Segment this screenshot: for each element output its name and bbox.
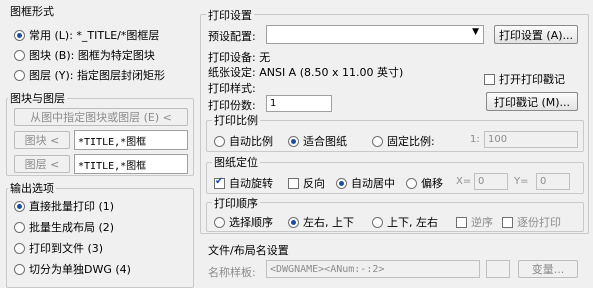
order-option-top-bottom[interactable]: 上下, 左右 <box>372 214 438 230</box>
radio-label: 批量生成布局 (2) <box>29 221 115 234</box>
layer-select-button[interactable]: 图层 < <box>14 155 70 173</box>
pick-from-drawing-button[interactable]: 从图中指定图块或图层 (E) < <box>14 108 188 126</box>
auto-rotate-checkbox[interactable]: 自动旋转 <box>214 175 273 191</box>
radio-dot <box>14 49 25 61</box>
copies-input[interactable]: 1 <box>266 95 332 112</box>
block-select-button[interactable]: 图块 < <box>14 131 70 149</box>
radio-dot <box>14 29 25 41</box>
radio-label: 偏移 <box>421 177 443 190</box>
radio-label: 常用 (L): *_TITLE/*图框层 <box>29 29 160 42</box>
device-label: 打印设备: 无 <box>208 51 271 64</box>
radio-label: 切分为单独DWG (4) <box>29 263 131 276</box>
checkbox-box <box>456 216 467 228</box>
scale-group-title: 打印比例 <box>212 112 260 128</box>
style-label: 打印样式: <box>208 82 256 95</box>
offset-x-label: X= <box>456 176 472 187</box>
output-option-layout[interactable]: 批量生成布局 (2) <box>14 219 114 235</box>
checkbox-box <box>484 73 495 85</box>
radio-label: 自动比例 <box>229 135 273 148</box>
template-input[interactable]: <DWGNAME><ANum:-:2> <box>266 260 480 278</box>
layer-name-field[interactable]: *TITLE,*图框 <box>74 154 188 174</box>
offset-y-input[interactable]: 0 <box>536 173 570 190</box>
chevron-down-icon: ▼ <box>472 27 479 37</box>
block-name-field[interactable]: *TITLE,*图框 <box>74 130 188 150</box>
radio-dot <box>372 135 383 147</box>
radio-dot <box>14 263 25 275</box>
scale-option-fixed[interactable]: 固定比例: <box>372 133 435 149</box>
output-group-title: 输出选项 <box>8 180 56 196</box>
frame-group-title: 图框形式 <box>8 3 56 19</box>
checkbox-box <box>502 216 513 228</box>
stamp-button[interactable]: 打印戳记 (M)... <box>486 92 578 111</box>
order-option-selection[interactable]: 选择顺序 <box>214 214 273 230</box>
preset-label: 预设配置: <box>208 30 256 43</box>
radio-dot <box>214 135 225 147</box>
output-option-direct-print[interactable]: 直接批量打印 (1) <box>14 198 114 214</box>
page-print-checkbox[interactable]: 逐份打印 <box>502 214 561 230</box>
radio-label: 左右, 上下 <box>303 216 354 229</box>
radio-dot <box>336 177 347 189</box>
radio-label: 选择顺序 <box>229 216 273 229</box>
order-option-left-right[interactable]: 左右, 上下 <box>288 214 354 230</box>
radio-label: 图块 (B): 图框为特定图块 <box>29 49 155 62</box>
output-option-split-dwg[interactable]: 切分为单独DWG (4) <box>14 261 131 277</box>
checkbox-box <box>214 176 225 189</box>
radio-dot <box>214 216 225 228</box>
reverse-checkbox[interactable]: 反向 <box>288 175 325 191</box>
radio-label: 固定比例: <box>387 135 435 148</box>
template-extra-field[interactable] <box>486 260 510 278</box>
ratio-prefix: 1: <box>470 134 480 145</box>
reverse-order-checkbox[interactable]: 逆序 <box>456 214 493 230</box>
checkbox-label: 逆序 <box>471 216 493 229</box>
print-settings-title: 打印设置 <box>206 7 254 23</box>
output-option-file[interactable]: 打印到文件 (3) <box>14 240 103 256</box>
frame-option-common[interactable]: 常用 (L): *_TITLE/*图框层 <box>14 27 159 43</box>
block-layer-group-title: 图块与图层 <box>8 90 67 106</box>
filename-group-title: 文件/布局名设置 <box>206 242 291 258</box>
radio-dot <box>406 177 417 189</box>
radio-dot <box>14 200 25 212</box>
scale-option-auto[interactable]: 自动比例 <box>214 133 273 149</box>
checkbox-label: 反向 <box>303 177 325 190</box>
print-settings-button[interactable]: 打印设置 (A)... <box>494 25 578 44</box>
radio-label: 适合图纸 <box>303 135 347 148</box>
radio-label: 自动居中 <box>351 177 395 190</box>
radio-dot <box>288 216 299 228</box>
preset-dropdown[interactable]: ▼ <box>266 25 484 44</box>
open-stamp-checkbox[interactable]: 打开打印戳记 <box>484 71 565 87</box>
radio-dot <box>14 221 25 233</box>
copies-label: 打印份数: <box>208 99 256 112</box>
checkbox-label: 逐份打印 <box>517 216 561 229</box>
checkbox-box <box>288 177 299 189</box>
offset-x-input[interactable]: 0 <box>474 173 508 190</box>
position-group-title: 图纸定位 <box>212 154 260 170</box>
radio-label: 上下, 左右 <box>387 216 438 229</box>
radio-dot <box>288 135 299 147</box>
order-group-title: 打印顺序 <box>212 195 260 211</box>
scale-option-fit[interactable]: 适合图纸 <box>288 133 347 149</box>
template-label: 名称样板: <box>208 266 256 279</box>
auto-center-radio[interactable]: 自动居中 <box>336 175 395 191</box>
checkbox-label: 自动旋转 <box>229 177 273 190</box>
radio-label: 直接批量打印 (1) <box>29 200 115 213</box>
frame-option-layer[interactable]: 图层 (Y): 指定图层封闭矩形 <box>14 67 165 83</box>
radio-label: 图层 (Y): 指定图层封闭矩形 <box>29 69 166 82</box>
variable-button[interactable]: 变量... <box>518 260 578 278</box>
ratio-input[interactable]: 100 <box>484 131 578 148</box>
frame-option-block[interactable]: 图块 (B): 图框为特定图块 <box>14 47 155 63</box>
radio-dot <box>372 216 383 228</box>
radio-dot <box>14 69 25 81</box>
paper-label: 纸张设定: ANSI A (8.50 x 11.00 英寸) <box>208 66 404 79</box>
checkbox-label: 打开打印戳记 <box>499 73 565 86</box>
radio-dot <box>14 242 25 254</box>
offset-y-label: Y= <box>514 176 529 187</box>
offset-radio[interactable]: 偏移 <box>406 175 443 191</box>
radio-label: 打印到文件 (3) <box>29 242 104 255</box>
